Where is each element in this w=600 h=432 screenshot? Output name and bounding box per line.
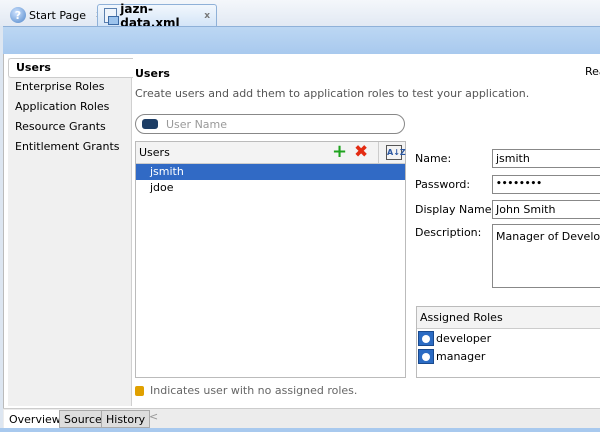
sidebar-item-users[interactable]: Users — [8, 58, 133, 78]
help-icon: ? — [10, 7, 26, 23]
display-name-field[interactable]: John Smith — [492, 200, 600, 219]
description-field[interactable]: Manager of Developers — [492, 224, 600, 288]
tab-history[interactable]: History — [101, 410, 151, 428]
role-item[interactable]: manager — [417, 347, 600, 365]
list-item[interactable]: jsmith — [136, 164, 405, 180]
editor-header-band — [3, 26, 600, 54]
sidebar-item-entitlement-grants[interactable]: Entitlement Grants — [8, 138, 132, 158]
close-icon[interactable]: x — [204, 11, 210, 21]
role-item[interactable]: developer — [417, 329, 600, 347]
password-field[interactable]: •••••••• — [492, 175, 600, 194]
name-label: Name: — [415, 152, 452, 165]
delete-user-icon[interactable]: ✖ — [354, 144, 368, 161]
name-field[interactable]: jsmith — [492, 149, 600, 168]
role-icon — [418, 330, 434, 346]
list-item[interactable]: jdoe — [136, 180, 405, 196]
search-placeholder: User Name — [166, 117, 228, 131]
page-description: Create users and add them to application… — [135, 87, 530, 100]
password-label: Password: — [415, 178, 471, 191]
legend-text: Indicates user with no assigned roles. — [150, 384, 358, 397]
display-name-label: Display Name: — [415, 203, 496, 216]
role-label: developer — [436, 331, 492, 345]
role-label: manager — [436, 349, 486, 363]
corner-text: Rea — [585, 65, 600, 78]
scroll-left-icon[interactable]: < — [149, 410, 158, 423]
role-icon — [418, 348, 434, 364]
xml-file-icon — [104, 8, 120, 25]
users-list-title: Users — [139, 146, 170, 159]
tab-label: Start Page — [29, 8, 86, 22]
bottom-border — [0, 428, 600, 432]
divider — [378, 142, 379, 163]
add-user-icon[interactable]: + — [332, 143, 347, 161]
sidebar-item-resource-grants[interactable]: Resource Grants — [8, 118, 132, 138]
sidebar-item-application-roles[interactable]: Application Roles — [8, 98, 132, 118]
sort-icon[interactable]: A↓Z — [386, 145, 406, 160]
tab-jazn-data[interactable]: jazn-data.xml x — [97, 2, 217, 30]
sidebar-nav: Users Enterprise Roles Application Roles… — [8, 58, 133, 406]
binoculars-icon — [142, 119, 158, 129]
tab-source[interactable]: Source — [59, 410, 107, 428]
user-search-input[interactable]: User Name — [135, 114, 405, 134]
page-title: Users — [135, 67, 170, 80]
assigned-roles-panel: Assigned Roles developer manager — [416, 306, 600, 378]
tab-overview[interactable]: Overview — [4, 410, 66, 428]
sidebar-item-enterprise-roles[interactable]: Enterprise Roles — [8, 78, 132, 98]
tab-start-page[interactable]: ? Start Page x — [4, 4, 107, 26]
users-list-header: Users + ✖ A↓Z — [136, 142, 406, 164]
lock-icon — [135, 385, 144, 396]
assigned-roles-header: Assigned Roles — [417, 307, 600, 329]
legend-note: Indicates user with no assigned roles. — [135, 384, 357, 397]
description-label: Description: — [415, 226, 482, 239]
editor-tab-strip: ? Start Page x jazn-data.xml x — [0, 0, 600, 30]
users-list: Users + ✖ A↓Z jsmith jdoe — [135, 141, 406, 378]
